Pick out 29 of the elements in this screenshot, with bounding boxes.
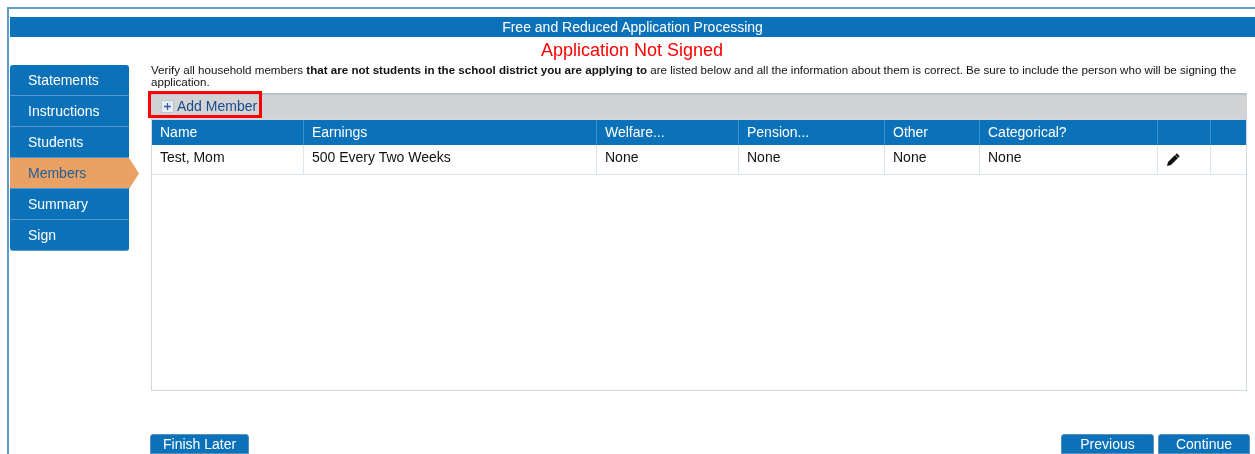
status-heading: Application Not Signed [539, 39, 725, 62]
step-tab[interactable]: Summary [10, 189, 129, 220]
table-cell: None [739, 145, 885, 175]
column-header[interactable]: Other [885, 120, 980, 145]
header-cell [1211, 120, 1246, 145]
table-cell: Test, Mom [152, 145, 304, 175]
plus-icon [161, 99, 174, 113]
finish-later-button[interactable]: Finish Later [150, 434, 250, 454]
column-header[interactable]: Name [152, 120, 304, 145]
table-cell: None [885, 145, 980, 175]
step-tab[interactable]: Instructions [10, 96, 129, 127]
table-cell: None [597, 145, 739, 175]
column-header[interactable]: Categorical? [980, 120, 1158, 145]
header-cell [1158, 120, 1211, 145]
step-tab[interactable]: Students [10, 127, 129, 158]
column-header[interactable]: Welfare... [597, 120, 739, 145]
table-cell: 500 Every Two Weeks [304, 145, 597, 175]
step-tab[interactable]: Sign [10, 220, 129, 251]
instructions-text: Verify all household members that are not students in the school district you are applying to are listed below and all the information about them is correct. Be sure to include the person who will be signing the application. [151, 64, 1238, 88]
continue-button[interactable]: Continue [1158, 434, 1250, 454]
edit-pencil-icon[interactable] [1166, 152, 1180, 167]
table-cell: None [980, 145, 1158, 175]
window-title: Free and Reduced Application Processing [10, 17, 1255, 37]
step-tab[interactable]: Members [10, 158, 139, 189]
add-member-button[interactable]: Add Member [161, 98, 258, 114]
step-tab[interactable]: Statements [10, 65, 129, 96]
column-header[interactable]: Pension... [739, 120, 885, 145]
column-header[interactable]: Earnings [304, 120, 597, 145]
previous-button[interactable]: Previous [1061, 434, 1154, 454]
